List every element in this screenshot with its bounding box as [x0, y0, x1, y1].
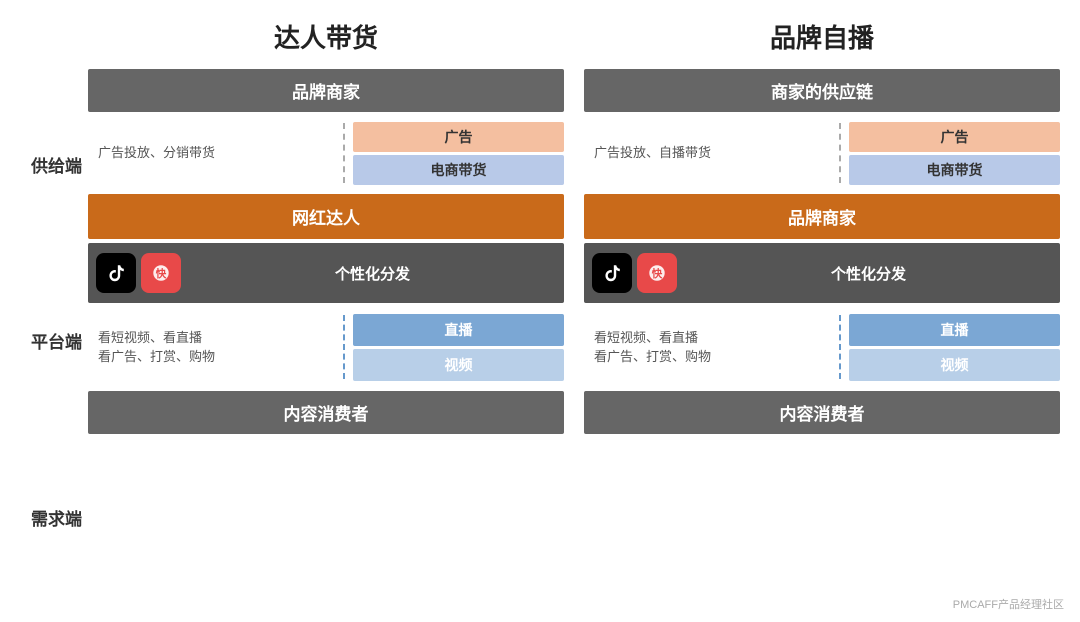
left-platform-row: 快 个性化分发	[88, 243, 564, 303]
left-supply-boxes: 广告 电商带货	[345, 116, 564, 190]
left-demand-middle: 看短视频、看直播 看广告、打赏、购物 直播 视频	[88, 307, 564, 387]
right-diagram: 商家的供应链 广告投放、自播带货 广告 电商带货 品牌商家	[584, 69, 1060, 608]
titles-row: 达人带货 品牌自播	[20, 18, 1060, 55]
right-demand-live: 直播	[849, 314, 1060, 346]
platform-label: 平台端	[20, 332, 82, 354]
diagrams-wrapper: 品牌商家 广告投放、分销带货 广告 电商带货 网红达人	[88, 69, 1060, 608]
right-supply-text: 广告投放、自播带货	[584, 116, 841, 190]
svg-text:快: 快	[155, 267, 167, 280]
right-brand-row: 品牌商家	[584, 194, 1060, 239]
left-demand-boxes: 直播 视频	[345, 307, 564, 387]
left-bottom-consumer: 内容消费者	[88, 391, 564, 434]
left-platform-text: 个性化分发	[189, 263, 556, 284]
right-platform-row: 快 个性化分发	[584, 243, 1060, 303]
left-top-brand: 品牌商家	[88, 69, 564, 112]
demand-label: 需求端	[20, 509, 82, 531]
kuaishou-icon-right: 快	[637, 253, 677, 293]
left-influencer: 网红达人	[88, 194, 564, 239]
right-supply-middle: 广告投放、自播带货 广告 电商带货	[584, 116, 1060, 190]
left-supply-text: 广告投放、分销带货	[88, 116, 345, 190]
left-platform-icons: 快	[96, 253, 181, 293]
left-demand-text: 看短视频、看直播 看广告、打赏、购物	[88, 307, 345, 387]
kuaishou-icon-left: 快	[141, 253, 181, 293]
watermark: PMCAFF产品经理社区	[953, 596, 1064, 612]
right-demand-text: 看短视频、看直播 看广告、打赏、购物	[584, 307, 841, 387]
right-supply-boxes: 广告 电商带货	[841, 116, 1060, 190]
right-demand-boxes: 直播 视频	[841, 307, 1060, 387]
tiktok-icon-right	[592, 253, 632, 293]
left-supply-ecom: 电商带货	[353, 155, 564, 185]
left-supply-middle: 广告投放、分销带货 广告 电商带货	[88, 116, 564, 190]
right-supply-ad: 广告	[849, 122, 1060, 152]
right-supply-ecom: 电商带货	[849, 155, 1060, 185]
left-supply-ad: 广告	[353, 122, 564, 152]
side-labels: 供给端 平台端 需求端	[20, 69, 88, 608]
supply-label: 供给端	[20, 156, 82, 178]
tiktok-icon-left	[96, 253, 136, 293]
right-top-brand: 商家的供应链	[584, 69, 1060, 112]
left-demand-live: 直播	[353, 314, 564, 346]
left-demand-video: 视频	[353, 349, 564, 381]
right-title: 品牌自播	[584, 18, 1060, 55]
main-content: 供给端 平台端 需求端 品牌商家 广告投放、分销带货 广告 电商带货 网红达人	[20, 69, 1060, 608]
right-platform-text: 个性化分发	[685, 263, 1052, 284]
right-demand-video: 视频	[849, 349, 1060, 381]
right-platform-icons: 快	[592, 253, 677, 293]
right-bottom-consumer: 内容消费者	[584, 391, 1060, 434]
right-demand-middle: 看短视频、看直播 看广告、打赏、购物 直播 视频	[584, 307, 1060, 387]
svg-text:快: 快	[651, 267, 663, 280]
left-title: 达人带货	[88, 18, 564, 55]
left-diagram: 品牌商家 广告投放、分销带货 广告 电商带货 网红达人	[88, 69, 564, 608]
